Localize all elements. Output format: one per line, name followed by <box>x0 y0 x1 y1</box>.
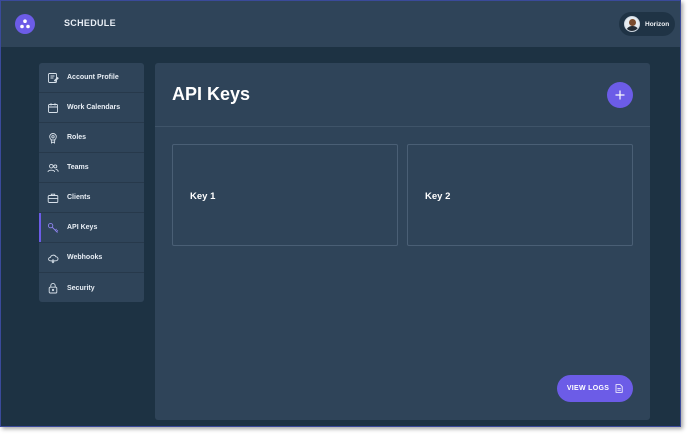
user-menu[interactable]: Horizon <box>619 12 675 36</box>
sidebar-item-webhooks[interactable]: Webhooks <box>39 243 144 273</box>
sidebar-item-label: Roles <box>67 134 87 141</box>
sidebar-item-security[interactable]: Security <box>39 273 144 302</box>
view-logs-button[interactable]: VIEW LOGS <box>557 375 633 402</box>
sidebar-item-roles[interactable]: Roles <box>39 123 144 153</box>
sidebar-item-teams[interactable]: Teams <box>39 153 144 183</box>
key-card-label: Key 2 <box>425 191 451 202</box>
page-title: API Keys <box>172 84 251 104</box>
sidebar-item-label: Clients <box>67 194 91 201</box>
sidebar-item-label: Account Profile <box>67 74 119 81</box>
app-title: SCHEDULE <box>64 18 116 28</box>
sidebar-item-label: API Keys <box>67 224 98 231</box>
calendar-icon <box>47 102 59 114</box>
sidebar-item-label: Security <box>67 284 95 292</box>
teams-icon <box>47 162 59 174</box>
sidebar-item-clients[interactable]: Clients <box>39 183 144 213</box>
briefcase-icon <box>47 192 59 204</box>
header-divider <box>155 126 650 127</box>
account-profile-icon <box>47 72 59 84</box>
key-card[interactable]: Key 2 <box>407 144 633 246</box>
sidebar-item-work-calendars[interactable]: Work Calendars <box>39 93 144 123</box>
avatar <box>624 16 640 32</box>
top-bar: SCHEDULE Horizon <box>1 1 680 47</box>
main-panel: API Keys Key 1 Key 2 VIEW LOGS <box>155 63 650 420</box>
sidebar-item-label: Work Calendars <box>67 104 121 111</box>
app-logo-icon[interactable] <box>15 14 35 34</box>
key-icon <box>47 222 59 234</box>
settings-sidebar: Account Profile Work Calendars Roles Tea… <box>39 63 144 302</box>
key-card-label: Key 1 <box>190 191 216 202</box>
sidebar-item-label: Teams <box>67 164 89 171</box>
add-key-button[interactable] <box>607 82 633 108</box>
app-window: SCHEDULE Horizon Account Profile Work Ca… <box>0 0 681 427</box>
plus-icon <box>614 89 626 101</box>
cloud-icon <box>47 252 59 264</box>
sidebar-item-label: Webhooks <box>67 254 103 261</box>
key-card[interactable]: Key 1 <box>172 144 398 246</box>
lock-icon <box>47 282 59 294</box>
user-name: Horizon <box>645 20 670 28</box>
view-logs-label: VIEW LOGS <box>566 385 610 392</box>
document-icon <box>615 384 623 393</box>
sidebar-item-account-profile[interactable]: Account Profile <box>39 63 144 93</box>
roles-icon <box>47 132 59 144</box>
sidebar-item-api-keys[interactable]: API Keys <box>39 213 144 243</box>
